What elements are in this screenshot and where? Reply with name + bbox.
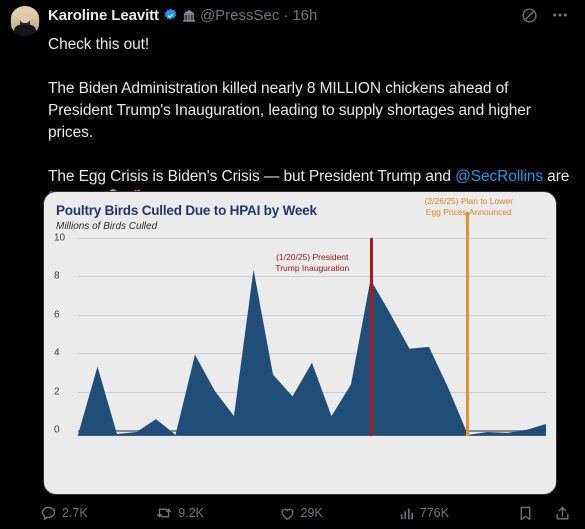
y-tick-label-4: 4 xyxy=(54,347,60,359)
paragraph-gap-2 xyxy=(48,144,571,166)
avatar-hair-top xyxy=(15,6,35,14)
annotation-line-inauguration xyxy=(370,238,374,436)
government-building-icon xyxy=(183,9,195,22)
annotation-line-egg-price-plan xyxy=(465,212,469,436)
chart-plot-area: 0 2 4 6 8 10 (1/20/25) President Trump Inaugura… xyxy=(54,196,546,436)
chart-axis-subtitle: Millions of Birds Culled xyxy=(56,221,158,232)
views-button[interactable]: 776K xyxy=(398,505,517,522)
avatar[interactable] xyxy=(10,6,40,36)
secondary-actions xyxy=(517,505,571,522)
tweet-card: Karoline Leavitt @PressSec · 16h Check t… xyxy=(0,0,585,529)
more-options-icon[interactable] xyxy=(551,6,569,24)
like-heart-icon xyxy=(281,508,293,520)
annotation-label-inauguration-line2: Trump Inauguration xyxy=(275,263,350,273)
chart-media-card[interactable]: Poultry Birds Culled Due to HPAI by Week… xyxy=(44,192,556,494)
chart-plot: 0 2 4 6 8 10 (1/20/25) President Trump Inaugura… xyxy=(54,196,546,436)
y-tick-label-10: 10 xyxy=(54,232,66,244)
y-tick-label-0: 0 xyxy=(54,424,60,436)
annotation-label-egg-price-plan-line1: (2/26/25) Plan to Lower xyxy=(424,196,513,206)
like-count: 29K xyxy=(300,506,323,520)
repost-button[interactable]: 9.2K xyxy=(155,504,278,522)
share-upload-icon xyxy=(556,506,569,519)
reply-button[interactable]: 2.7K xyxy=(40,505,155,522)
views-bar-chart-icon xyxy=(400,508,413,519)
tweet-header: Karoline Leavitt @PressSec · 16h xyxy=(10,6,571,36)
header-separator: · xyxy=(283,7,289,24)
repost-icon xyxy=(157,508,172,518)
paragraph-2-pre: The Egg Crisis is Biden's Crisis — but P… xyxy=(48,168,456,185)
y-tick-label-6: 6 xyxy=(54,309,60,321)
annotation-label-inauguration: (1/20/25) President Trump Inauguration xyxy=(258,252,366,274)
bookmark-icon xyxy=(520,506,531,520)
reply-count: 2.7K xyxy=(62,506,88,520)
like-button[interactable]: 29K xyxy=(279,505,398,522)
avatar-body xyxy=(14,25,36,36)
tweet-timestamp[interactable]: 16h xyxy=(292,7,317,24)
mention-link[interactable]: @SecRollins xyxy=(455,168,543,185)
grok-circle-slash-icon[interactable] xyxy=(521,7,538,24)
author-handle[interactable]: @PressSec xyxy=(200,7,279,24)
tweet-line-intro: Check this out! xyxy=(48,36,150,53)
y-tick-label-2: 2 xyxy=(54,386,60,398)
tweet-paragraph-1: The Biden Administration killed nearly 8… xyxy=(48,80,531,141)
annotation-label-inauguration-line1: (1/20/25) President xyxy=(276,252,349,262)
annotation-label-egg-price-plan-line2: Egg Prices Announced xyxy=(425,207,512,217)
y-tick-label-8: 8 xyxy=(54,270,60,282)
reply-icon xyxy=(41,506,56,520)
annotation-label-egg-price-plan: (2/26/25) Plan to Lower Egg Prices Announ… xyxy=(413,196,525,218)
bookmark-button[interactable] xyxy=(517,505,534,522)
repost-count: 9.2K xyxy=(178,506,204,520)
engagement-bar: 2.7K 9.2K 29K 776K xyxy=(40,500,571,526)
header-actions xyxy=(521,6,571,24)
author-display-name[interactable]: Karoline Leavitt xyxy=(48,7,159,24)
views-count: 776K xyxy=(419,506,449,520)
share-button[interactable] xyxy=(554,505,571,522)
verified-badge-icon xyxy=(164,8,177,20)
author-row: Karoline Leavitt @PressSec · 16h xyxy=(48,6,513,24)
paragraph-gap-1 xyxy=(48,56,571,78)
tweet-body: Check this out! The Biden Administration… xyxy=(10,30,571,210)
